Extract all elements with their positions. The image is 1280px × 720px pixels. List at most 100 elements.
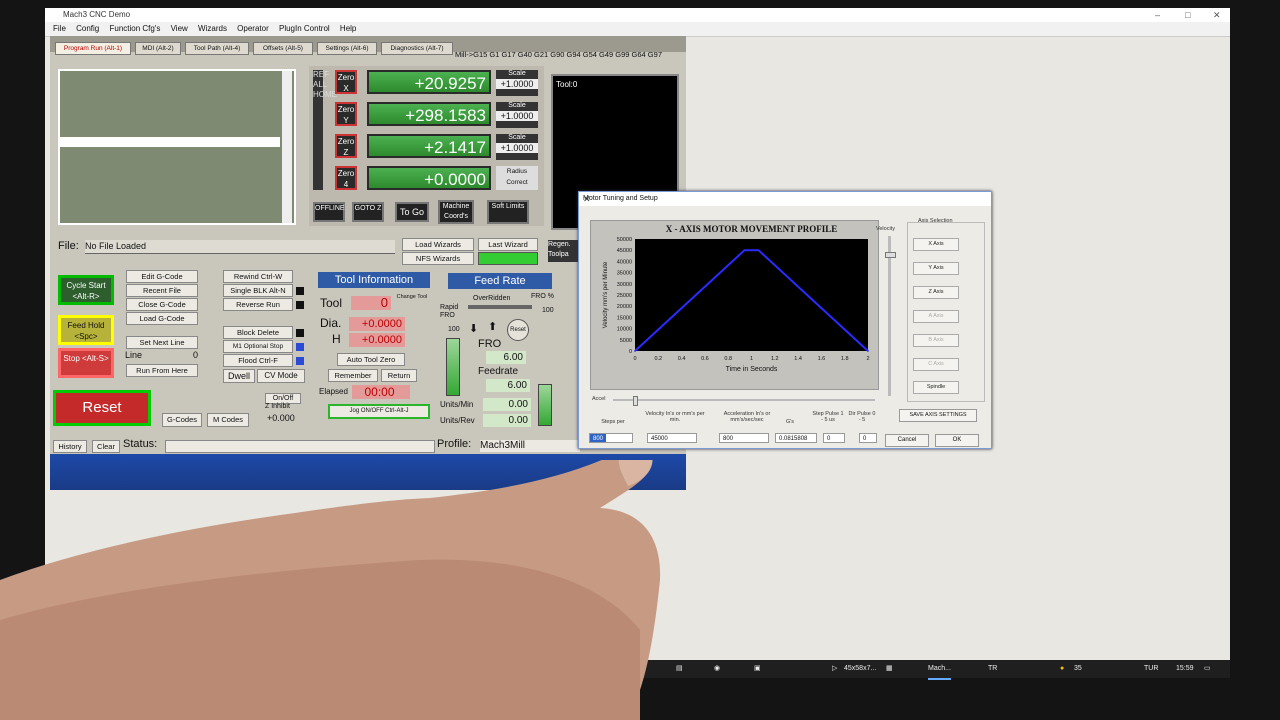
menu-operator[interactable]: Operator: [237, 24, 269, 33]
save-axis-settings-button[interactable]: SAVE AXIS SETTINGS: [899, 409, 977, 422]
last-wizard-button[interactable]: Last Wizard: [478, 238, 538, 251]
velocity-input[interactable]: 45000: [647, 433, 697, 443]
zero-z-button[interactable]: Zero Z: [335, 134, 357, 158]
cycle-start-button[interactable]: Cycle Start <Alt-R>: [58, 275, 114, 305]
browser-icon[interactable]: ◉: [714, 660, 720, 678]
feedrate-bar[interactable]: [538, 384, 552, 426]
fro-down-icon[interactable]: ⬇: [469, 322, 478, 335]
clear-button[interactable]: Clear: [92, 440, 120, 453]
weather-icon[interactable]: ●: [1060, 660, 1064, 678]
load-wizards-button[interactable]: Load Wizards: [402, 238, 474, 251]
to-go-button[interactable]: To Go: [395, 202, 429, 222]
regen-toolpath-button[interactable]: Regen. Toolpa: [548, 240, 578, 262]
soft-limits-button[interactable]: Soft Limits: [487, 200, 529, 224]
m1-optional-stop-button[interactable]: M1 Optional Stop: [223, 340, 293, 353]
gcode-scrollbar[interactable]: [282, 71, 292, 223]
fro-value[interactable]: 6.00: [486, 351, 526, 364]
jog-onoff-button[interactable]: Jog ON/OFF Ctrl-Alt-J: [328, 404, 430, 419]
tool-diameter[interactable]: +0.0000: [349, 317, 405, 331]
zero-4-button[interactable]: Zero 4: [335, 166, 357, 190]
menu-file[interactable]: File: [53, 24, 66, 33]
mcodes-button[interactable]: M Codes: [207, 413, 249, 427]
menu-config[interactable]: Config: [76, 24, 99, 33]
feedrate-value[interactable]: 6.00: [486, 379, 530, 392]
tab-diagnostics[interactable]: Diagnostics (Alt-7): [381, 42, 453, 55]
velocity-slider[interactable]: [888, 236, 891, 396]
store-icon[interactable]: ▣: [754, 660, 761, 678]
goto-z-button[interactable]: GOTO Z: [352, 202, 384, 222]
scale-z[interactable]: Scale +1.0000: [496, 134, 538, 160]
media-icon[interactable]: ▷: [832, 660, 837, 678]
y-axis-button[interactable]: Y Axis: [913, 262, 959, 275]
rewind-button[interactable]: Rewind Ctrl-W: [223, 270, 293, 283]
z-inhibit-value[interactable]: +0.000: [267, 413, 295, 423]
gcodes-button[interactable]: G-Codes: [162, 413, 202, 427]
reverse-run-button[interactable]: Reverse Run: [223, 298, 293, 311]
dro-z[interactable]: +2.1417: [367, 134, 491, 158]
c-axis-button[interactable]: C Axis: [913, 358, 959, 371]
auto-tool-zero-button[interactable]: Auto Tool Zero: [337, 353, 405, 366]
close-icon[interactable]: ✕: [583, 192, 986, 206]
machine-coords-button[interactable]: Machine Coord's: [438, 200, 474, 224]
ref-all-home-button[interactable]: REF ALL HOME: [313, 70, 337, 190]
step-pulse-input[interactable]: 0: [823, 433, 845, 443]
recent-file-button[interactable]: Recent File: [126, 284, 198, 297]
zero-x-button[interactable]: Zero X: [335, 70, 357, 94]
stop-button[interactable]: Stop <Alt-S>: [58, 348, 114, 378]
x-axis-button[interactable]: X Axis: [913, 238, 959, 251]
dro-y[interactable]: +298.1583: [367, 102, 491, 126]
load-gcode-button[interactable]: Load G-Code: [126, 312, 198, 325]
dro-x[interactable]: +20.9257: [367, 70, 491, 94]
cancel-button[interactable]: Cancel: [885, 434, 929, 447]
b-axis-button[interactable]: B Axis: [913, 334, 959, 347]
run-from-here-button[interactable]: Run From Here: [126, 364, 198, 377]
scale-x[interactable]: Scale +1.0000: [496, 70, 538, 96]
remember-button[interactable]: Remember: [328, 369, 378, 382]
z-axis-button[interactable]: Z Axis: [913, 286, 959, 299]
tab-program-run[interactable]: Program Run (Alt-1): [55, 42, 131, 55]
acceleration-input[interactable]: 800: [719, 433, 769, 443]
taskbar-mach3[interactable]: Mach...: [928, 660, 951, 680]
tab-offsets[interactable]: Offsets (Alt-5): [253, 42, 313, 55]
excel-icon[interactable]: ▦: [886, 660, 893, 678]
edit-gcode-button[interactable]: Edit G-Code: [126, 270, 198, 283]
spindle-button[interactable]: Spindle: [913, 381, 959, 394]
accel-slider[interactable]: [613, 399, 875, 401]
dro-4[interactable]: +0.0000: [367, 166, 491, 190]
ok-button[interactable]: OK: [935, 434, 979, 447]
rapid-fro-bar[interactable]: [446, 338, 460, 396]
keyboard-layout[interactable]: TUR: [1144, 660, 1158, 678]
close-icon[interactable]: ✕: [1213, 8, 1221, 22]
tab-settings[interactable]: Settings (Alt-6): [317, 42, 377, 55]
feed-hold-button[interactable]: Feed Hold <Spc>: [58, 315, 114, 345]
menu-function-cfgs[interactable]: Function Cfg's: [109, 24, 160, 33]
close-gcode-button[interactable]: Close G-Code: [126, 298, 198, 311]
clock[interactable]: 15:59: [1176, 660, 1194, 678]
flood-button[interactable]: Flood Ctrl-F: [223, 354, 293, 367]
menu-wizards[interactable]: Wizards: [198, 24, 227, 33]
tool-number[interactable]: 0: [351, 296, 391, 310]
change-tool-button[interactable]: Change Tool: [395, 294, 429, 300]
zero-y-button[interactable]: Zero Y: [335, 102, 357, 126]
return-button[interactable]: Return: [381, 369, 417, 382]
menu-help[interactable]: Help: [340, 24, 356, 33]
history-button[interactable]: History: [53, 440, 87, 453]
scale-y[interactable]: Scale +1.0000: [496, 102, 538, 128]
nfs-wizards-button[interactable]: NFS Wizards: [402, 252, 474, 265]
reset-button[interactable]: Reset: [53, 390, 151, 426]
fro-up-icon[interactable]: ⬆: [488, 320, 497, 333]
offline-button[interactable]: OFFLINE: [313, 202, 345, 222]
tool-height[interactable]: +0.0000: [349, 333, 405, 347]
accel-slider-thumb[interactable]: [633, 396, 638, 406]
minimize-icon[interactable]: –: [1155, 8, 1160, 22]
single-block-button[interactable]: Single BLK Alt-N: [223, 284, 293, 297]
tab-tool-path[interactable]: Tool Path (Alt-4): [185, 42, 249, 55]
dir-pulse-input[interactable]: 0: [859, 433, 877, 443]
maximize-icon[interactable]: □: [1185, 8, 1190, 22]
fro-reset-button[interactable]: Reset: [507, 319, 529, 341]
velocity-slider-thumb[interactable]: [885, 252, 896, 258]
set-next-line-button[interactable]: Set Next Line: [126, 336, 198, 349]
block-delete-button[interactable]: Block Delete: [223, 326, 293, 339]
tab-mdi[interactable]: MDI (Alt-2): [135, 42, 181, 55]
a-axis-button[interactable]: A Axis: [913, 310, 959, 323]
